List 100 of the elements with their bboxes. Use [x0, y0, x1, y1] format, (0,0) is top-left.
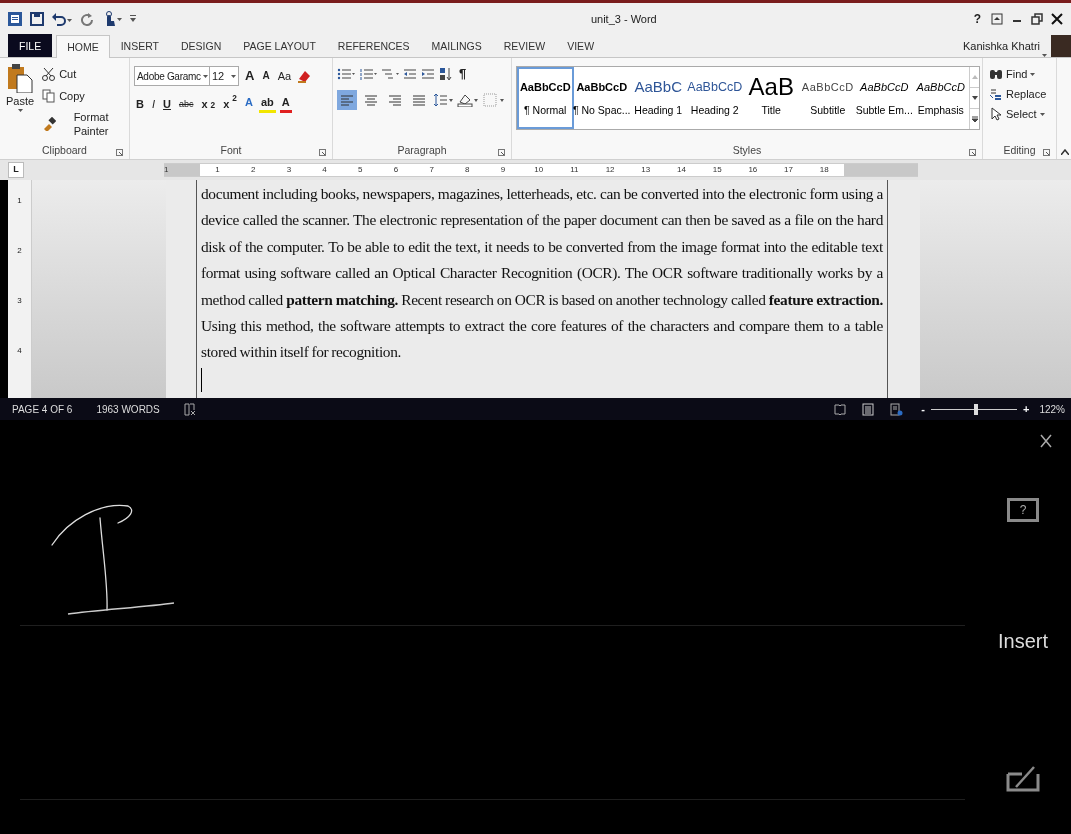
ribbon-tab[interactable]: PAGE LAYOUT: [232, 34, 327, 57]
style-gallery-item[interactable]: AaBbCcD Subtle Em...: [856, 67, 913, 129]
ribbon-tab[interactable]: FILE: [8, 34, 53, 57]
clipboard-format-painter-button[interactable]: Format Painter: [40, 109, 125, 139]
pointer-icon: [989, 107, 1003, 121]
text-effects-button[interactable]: A: [242, 94, 255, 113]
zoom-level[interactable]: 122%: [1039, 401, 1065, 417]
ruler-number: 2: [250, 164, 257, 176]
dialog-launcher-icon[interactable]: [116, 149, 123, 156]
style-gallery-item[interactable]: AaB Title: [743, 67, 800, 129]
highlight-color-button[interactable]: ab: [258, 94, 276, 113]
group-label: Clipboard: [42, 143, 87, 159]
user-account-button[interactable]: Kanishka Khatri: [960, 34, 1042, 57]
replace-button[interactable]: Replace: [987, 86, 1052, 102]
pen-box-icon[interactable]: [1006, 766, 1040, 792]
customize-caret-icon[interactable]: [130, 15, 136, 23]
caret-icon: [17, 109, 23, 112]
proofing-icon[interactable]: [183, 402, 196, 416]
save-icon[interactable]: [30, 12, 44, 26]
ruler-number: 16: [747, 164, 759, 176]
ribbon-display-icon[interactable]: [991, 13, 1003, 25]
strike-button[interactable]: abc: [176, 95, 196, 112]
select-button[interactable]: Select: [987, 106, 1052, 122]
clear-formatting-icon[interactable]: [297, 69, 312, 83]
web-layout-icon[interactable]: [890, 402, 904, 416]
ribbon-tab[interactable]: MAILINGS: [420, 34, 493, 57]
dialog-launcher-icon[interactable]: [969, 149, 976, 156]
sup-button[interactable]: x$^{2}$: [221, 95, 239, 112]
font-color-button[interactable]: A: [279, 94, 292, 113]
help-button[interactable]: ?: [971, 11, 983, 27]
ruler-number: 18: [818, 164, 830, 176]
redo-icon[interactable]: [80, 12, 94, 26]
grow-font-button[interactable]: A: [243, 68, 257, 84]
ribbon-tab[interactable]: INSERT: [109, 34, 170, 57]
ribbon-tab[interactable]: HOME: [56, 35, 110, 58]
style-gallery-item[interactable]: AaBbCcD ¶ Normal: [517, 67, 574, 129]
font-name-field[interactable]: Adobe Garamc: [134, 66, 210, 86]
insert-button[interactable]: Insert: [998, 626, 1048, 656]
bold-button[interactable]: B: [134, 95, 146, 112]
line-spacing-icon[interactable]: [433, 93, 453, 107]
style-gallery-item[interactable]: AaBbCcD Emphasis: [912, 67, 969, 129]
collapse-ribbon-icon[interactable]: [1061, 149, 1069, 155]
ruler-number: 8: [464, 164, 471, 176]
sort-icon[interactable]: [439, 67, 453, 81]
caret-icon: [231, 74, 236, 78]
multilevel-list-icon[interactable]: [381, 67, 399, 81]
print-layout-icon[interactable]: [862, 402, 875, 416]
zoom-in-button[interactable]: +: [1021, 401, 1032, 417]
ruler-number: 3: [285, 164, 293, 176]
up-caret-icon: [971, 75, 978, 79]
style-gallery-item[interactable]: AaBbCcD Subtitle: [799, 67, 856, 129]
style-gallery-item[interactable]: AaBbCcD ¶ No Spac...: [573, 67, 630, 129]
style-gallery-item[interactable]: AaBbCcD Heading 2: [686, 67, 743, 129]
italic-button[interactable]: I: [149, 95, 157, 112]
caret-icon: [202, 74, 208, 78]
paste-button[interactable]: Paste: [4, 62, 37, 143]
shading-icon[interactable]: [457, 93, 479, 107]
word-logo-icon[interactable]: [8, 12, 22, 26]
ruler-number: 17: [783, 164, 794, 176]
caret-icon: [1030, 72, 1036, 76]
show-formatting-button[interactable]: ¶: [457, 66, 469, 82]
find-button[interactable]: Find: [987, 66, 1052, 82]
underline-button[interactable]: U: [161, 95, 173, 112]
tab-selector-button[interactable]: L: [8, 162, 24, 178]
style-gallery-item[interactable]: AaBbC Heading 1: [630, 67, 687, 129]
ribbon-tab[interactable]: REFERENCES: [326, 34, 421, 57]
dialog-launcher-icon[interactable]: [498, 149, 505, 156]
ruler-number: 10: [533, 164, 545, 176]
change-case-button[interactable]: Aa: [275, 68, 294, 84]
read-mode-icon[interactable]: [834, 403, 847, 415]
clipboard-cut-button[interactable]: Cut: [40, 66, 125, 82]
close-icon[interactable]: [1051, 13, 1063, 25]
ribbon-tab[interactable]: REVIEW: [492, 34, 557, 57]
close-icon[interactable]: [1040, 434, 1052, 448]
caret-icon: [1039, 112, 1045, 116]
avatar-placeholder: [1051, 35, 1071, 57]
zoom-slider-thumb[interactable]: [973, 403, 978, 415]
restore-icon[interactable]: [1031, 13, 1043, 25]
ruler-number: 4: [17, 345, 22, 357]
help-button[interactable]: ?: [1007, 498, 1039, 522]
clipboard-copy-button[interactable]: Copy: [40, 87, 125, 104]
dialog-launcher-icon[interactable]: [319, 149, 326, 156]
ruler-number: 14: [676, 164, 687, 176]
document-paragraph: document including books, newspapers, magazines, letterheads, etc. can be converted into the electronic form using a device called the scanner. The electronic representation of the paper document can then be saved as a file on the hard disk of the computer. To be able to edit the text, it needs to be converted from the image format into the editable text format using software called an Optical Character Recognition (OCR). The OCR software traditionally works by a method called pattern matching. Recent research on OCR is based on another technology called feature extraction. Using this method, the software attempts to extract the core features of the characters and compare them to a table stored within itself for recognition.: [201, 184, 883, 363]
undo-icon[interactable]: [52, 12, 72, 26]
ribbon-tab[interactable]: DESIGN: [170, 34, 233, 57]
zoom-out-button[interactable]: -: [919, 401, 927, 417]
ribbon-tab[interactable]: VIEW: [556, 34, 606, 57]
dialog-launcher-icon[interactable]: [1043, 149, 1050, 156]
bullets-icon[interactable]: [337, 67, 355, 81]
sub-button[interactable]: x$_{2}$: [199, 95, 218, 112]
group-label: Editing: [1003, 143, 1036, 159]
word-count: 1963 WORDS: [96, 402, 160, 417]
shrink-font-button[interactable]: A: [260, 68, 272, 84]
align-icon: [388, 93, 402, 107]
ruler-number: 6: [392, 164, 400, 176]
text-cursor: [201, 367, 202, 392]
font-size-field[interactable]: 12: [209, 66, 239, 86]
decrease-indent-icon[interactable]: [403, 67, 417, 81]
more-icon: [971, 116, 978, 122]
